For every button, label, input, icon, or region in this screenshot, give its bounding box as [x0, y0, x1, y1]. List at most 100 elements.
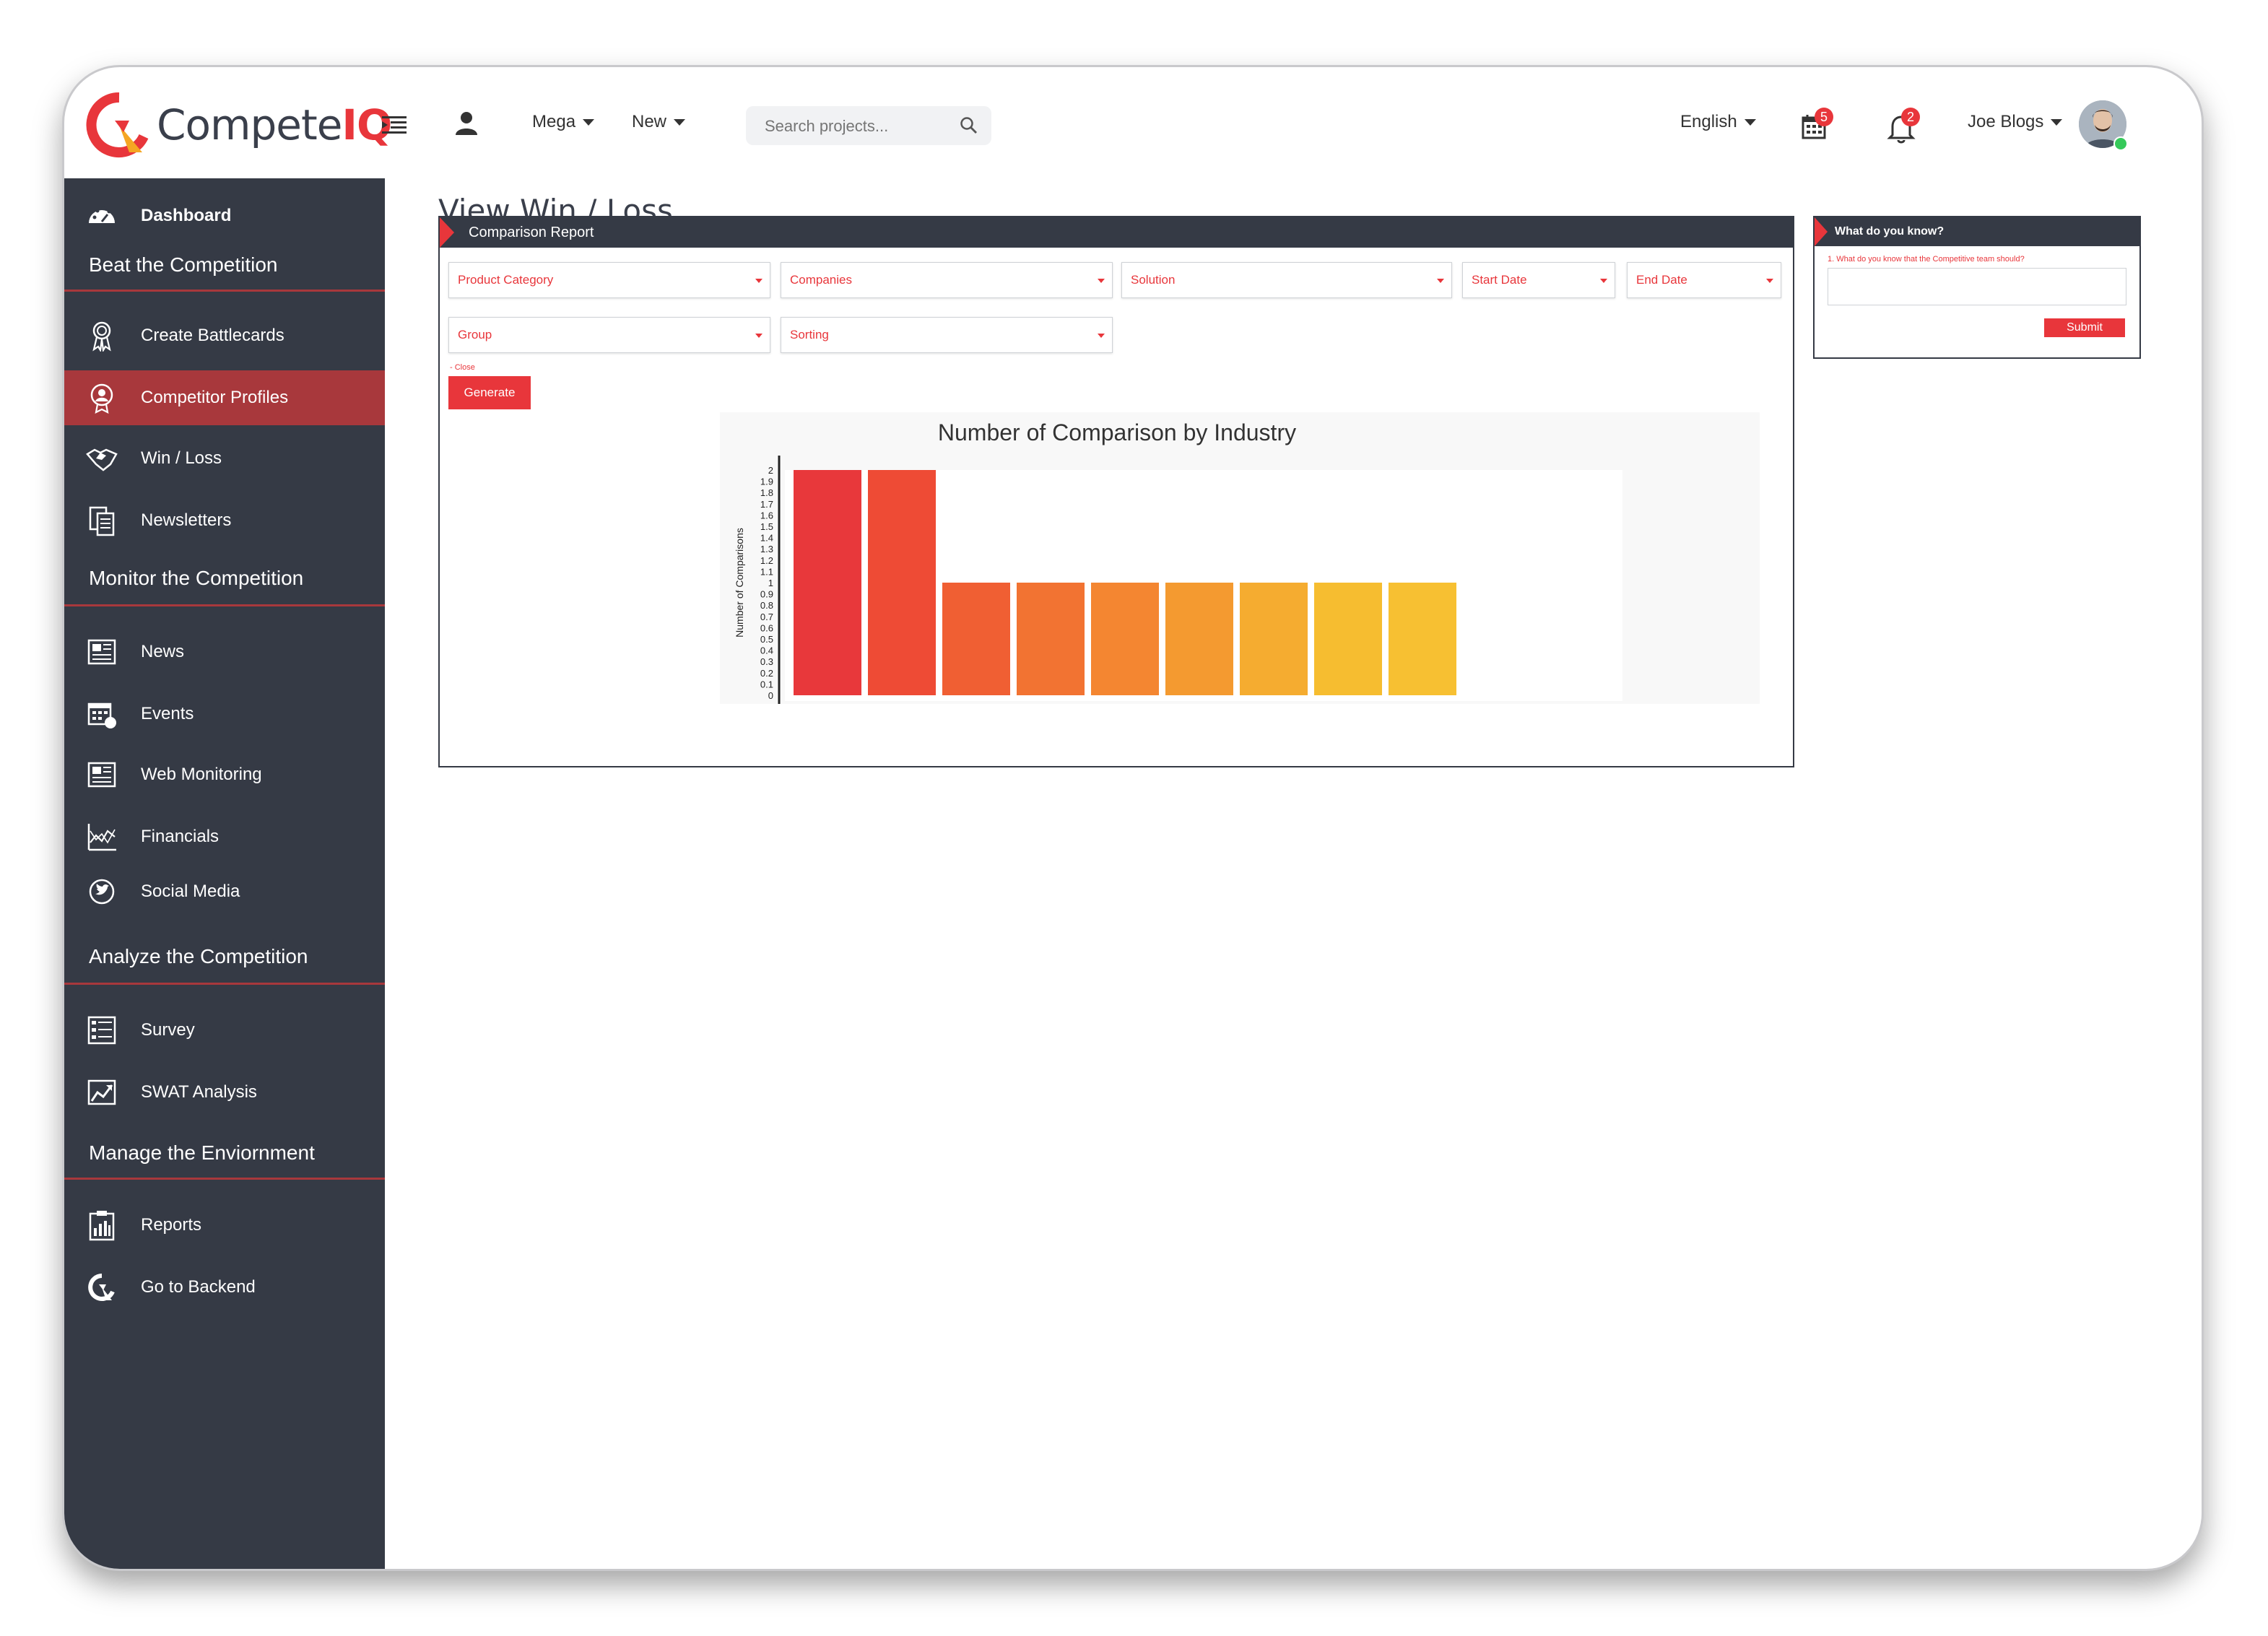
sidebar-item-label: Newsletters: [141, 510, 232, 530]
sidebar-item-social-media[interactable]: Social Media: [64, 864, 385, 919]
user-menu[interactable]: Joe Blogs: [1968, 112, 2063, 132]
y-tick-label: 1: [768, 578, 773, 588]
calendar-badge: 5: [1815, 108, 1833, 126]
generate-button[interactable]: Generate: [448, 376, 531, 409]
y-tick-label: 1.1: [760, 566, 773, 577]
start-date-select[interactable]: Start Date: [1462, 262, 1615, 298]
handshake-icon: [86, 448, 118, 471]
aside-title: What do you know?: [1835, 225, 1945, 238]
select-label: Product Category: [458, 273, 554, 287]
bar: [868, 470, 936, 695]
section-title-analyze: Analyze the Competition: [89, 945, 308, 967]
solution-select[interactable]: Solution: [1121, 262, 1452, 298]
caret-down-icon: [1600, 279, 1607, 283]
sidebar-item-web-monitoring[interactable]: Web Monitoring: [64, 747, 385, 802]
sidebar-item-label: Dashboard: [141, 206, 232, 225]
survey-icon: [87, 1016, 116, 1045]
answer-textarea[interactable]: [1828, 268, 2126, 305]
y-tick-label: 1.4: [760, 533, 773, 544]
sidebar-item-survey[interactable]: Survey: [64, 1003, 385, 1058]
new-menu[interactable]: New: [632, 112, 686, 132]
bar: [794, 470, 861, 695]
sorting-select[interactable]: Sorting: [781, 317, 1113, 353]
sidebar-item-create-battlecards[interactable]: Create Battlecards: [64, 308, 385, 363]
calendar-button[interactable]: 5: [1794, 106, 1835, 147]
new-menu-label: New: [632, 112, 667, 131]
y-tick-label: 0.6: [760, 622, 773, 633]
end-date-select[interactable]: End Date: [1627, 262, 1781, 298]
bar: [1165, 583, 1233, 695]
y-axis-label: Number of Comparisons: [734, 528, 745, 638]
menu-toggle-icon[interactable]: [382, 115, 407, 135]
language-label: English: [1680, 112, 1737, 131]
caret-down-icon: [1098, 334, 1105, 338]
sidebar-item-reports[interactable]: Reports: [64, 1198, 385, 1253]
bar: [1389, 583, 1456, 695]
sidebar: Dashboard Beat the Competition Create Ba…: [64, 178, 385, 1569]
mega-menu[interactable]: Mega: [532, 112, 595, 132]
sidebar-item-competitor-profiles[interactable]: Competitor Profiles: [64, 370, 385, 425]
companies-select[interactable]: Companies: [781, 262, 1113, 298]
y-tick-label: 0.4: [760, 645, 773, 656]
search-icon[interactable]: [960, 116, 978, 135]
sidebar-item-win-loss[interactable]: Win / Loss: [64, 431, 385, 486]
sidebar-item-label: Web Monitoring: [141, 765, 262, 784]
sidebar-item-news[interactable]: News: [64, 625, 385, 679]
panel-flag-icon: [1815, 217, 1828, 246]
news-icon: [87, 639, 116, 665]
section-title-beat: Beat the Competition: [89, 253, 278, 276]
newsletter-icon: [89, 506, 115, 536]
caret-down-icon: [1766, 279, 1773, 283]
comparison-report-panel: Comparison Report Product Category Compa…: [438, 216, 1794, 767]
select-label: Sorting: [790, 328, 829, 341]
chevron-down-icon: [1744, 118, 1756, 126]
logo[interactable]: CompeteIQ: [86, 92, 392, 158]
sidebar-item-events[interactable]: Events: [64, 687, 385, 741]
sidebar-item-financials[interactable]: Financials: [64, 809, 385, 864]
chevron-down-icon: [583, 118, 595, 126]
sidebar-item-label: Events: [141, 704, 194, 723]
select-label: Solution: [1131, 273, 1176, 287]
web-monitoring-icon: [87, 762, 116, 788]
sidebar-item-newsletters[interactable]: Newsletters: [64, 493, 385, 548]
reports-clipboard-icon: [89, 1211, 115, 1241]
product-category-select[interactable]: Product Category: [448, 262, 770, 298]
competeiq-logo-icon: [86, 92, 149, 157]
caret-down-icon: [1437, 279, 1444, 283]
select-label: Start Date: [1472, 273, 1527, 287]
group-select[interactable]: Group: [448, 317, 770, 353]
submit-button[interactable]: Submit: [2044, 318, 2125, 337]
search-box: [746, 106, 991, 145]
app-window: CompeteIQ Mega New English: [62, 65, 2204, 1571]
sidebar-item-label: Financials: [141, 827, 220, 846]
language-selector[interactable]: English: [1680, 112, 1756, 132]
logo-text: CompeteIQ: [157, 100, 392, 149]
online-status-indicator: [2113, 136, 2128, 151]
sidebar-item-swat-analysis[interactable]: SWAT Analysis: [64, 1065, 385, 1120]
y-tick-label: 0.1: [760, 679, 773, 689]
section-divider: [64, 1178, 385, 1180]
what-do-you-know-panel: What do you know? 1. What do you know th…: [1813, 216, 2141, 359]
dashboard-gauge-icon: [89, 206, 115, 223]
y-tick-label: 0.9: [760, 589, 773, 600]
sidebar-item-label: Create Battlecards: [141, 326, 284, 345]
y-tick-label: 0.2: [760, 668, 773, 679]
swat-analysis-icon: [87, 1079, 116, 1105]
sidebar-item-go-to-backend[interactable]: Go to Backend: [64, 1260, 385, 1315]
search-input[interactable]: [763, 113, 947, 139]
y-tick-label: 1.9: [760, 477, 773, 487]
chart-container: Number of Comparison by Industry 2 1.9 1.8…: [720, 412, 1760, 704]
notifications-button[interactable]: 2: [1881, 106, 1921, 147]
y-tick-label: 0.7: [760, 612, 773, 622]
panel-header: Comparison Report: [440, 217, 1793, 248]
panel-flag-icon: [440, 217, 454, 248]
question-label: 1. What do you know that the Competitive…: [1828, 255, 2025, 264]
caret-down-icon: [755, 279, 762, 283]
sidebar-item-label: SWAT Analysis: [141, 1082, 257, 1102]
sidebar-item-label: Reports: [141, 1215, 202, 1235]
close-link[interactable]: - Close: [450, 363, 475, 372]
bar: [942, 583, 1010, 695]
twitter-bird-icon: [89, 879, 115, 905]
user-icon[interactable]: [454, 110, 479, 136]
sidebar-item-dashboard[interactable]: Dashboard: [64, 188, 385, 243]
